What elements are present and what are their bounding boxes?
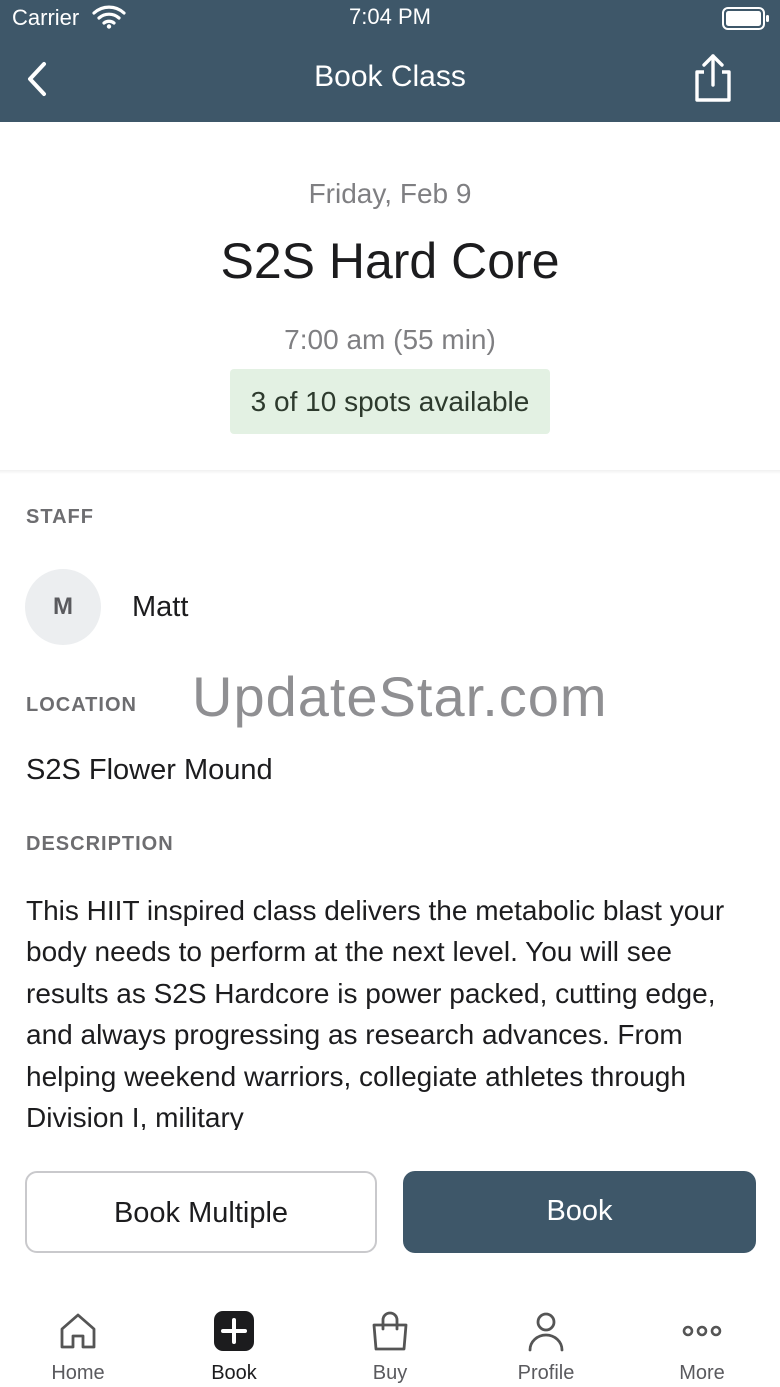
tab-buy[interactable]: Buy xyxy=(312,1290,468,1387)
section-divider xyxy=(0,470,780,474)
status-time: 7:04 PM xyxy=(349,4,431,29)
person-icon xyxy=(528,1312,564,1352)
location-label: LOCATION xyxy=(26,694,137,716)
tab-home[interactable]: Home xyxy=(0,1290,156,1387)
tab-profile-label: Profile xyxy=(517,1362,575,1384)
tab-more[interactable]: More xyxy=(624,1290,780,1387)
class-date: Friday, Feb 9 xyxy=(308,178,472,209)
class-title: S2S Hard Core xyxy=(220,233,560,289)
watermark: UpdateStar.com xyxy=(192,665,608,728)
share-icon[interactable] xyxy=(690,52,736,104)
tab-book-label: Book xyxy=(211,1362,257,1384)
app-header: Carrier 7:04 PM Book Class xyxy=(0,0,780,122)
tab-more-label: More xyxy=(679,1362,725,1384)
home-icon xyxy=(60,1313,96,1349)
status-bar: Carrier 7:04 PM xyxy=(0,0,780,36)
class-time: 7:00 am (55 min) xyxy=(284,324,496,355)
plus-square-icon xyxy=(214,1311,254,1351)
location-name[interactable]: S2S Flower Mound xyxy=(26,754,273,787)
staff-name[interactable]: Matt xyxy=(132,591,188,624)
tab-buy-label: Buy xyxy=(372,1362,408,1384)
shopping-bag-icon xyxy=(372,1311,408,1351)
tab-bar: Home Book Buy Profile More xyxy=(0,1290,780,1387)
staff-label: STAFF xyxy=(26,506,94,528)
tab-profile[interactable]: Profile xyxy=(468,1290,624,1387)
page-title: Book Class xyxy=(314,60,466,93)
book-multiple-button[interactable]: Book Multiple xyxy=(25,1171,377,1253)
tab-book[interactable]: Book xyxy=(156,1290,312,1387)
spots-available-badge: 3 of 10 spots available xyxy=(230,369,550,434)
more-dots-icon xyxy=(682,1325,722,1337)
class-description: This HIIT inspired class delivers the me… xyxy=(26,895,725,1130)
staff-avatar: M xyxy=(25,569,101,645)
description-label: DESCRIPTION xyxy=(26,833,174,855)
book-button[interactable]: Book xyxy=(403,1171,756,1253)
tab-home-label: Home xyxy=(51,1362,105,1384)
battery-icon xyxy=(722,7,769,30)
class-summary: Friday, Feb 9 S2S Hard Core 7:00 am (55 … xyxy=(0,122,780,472)
